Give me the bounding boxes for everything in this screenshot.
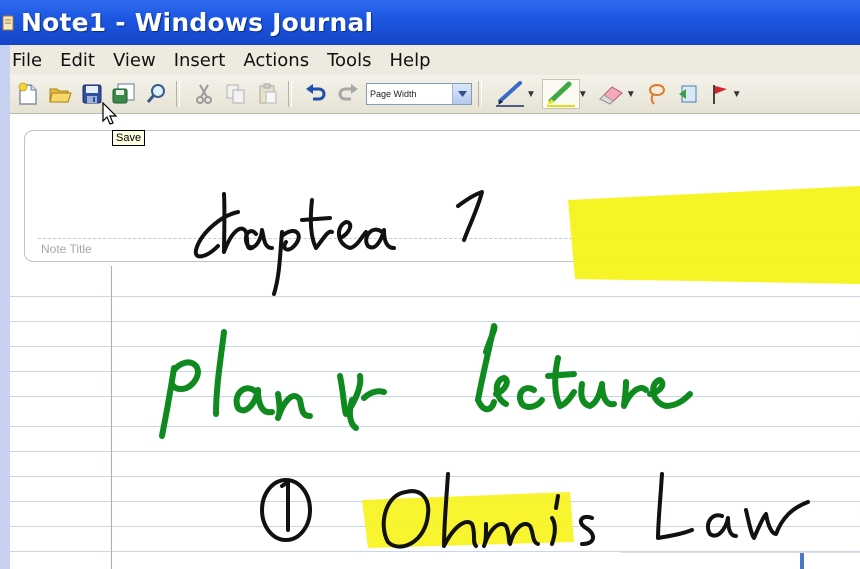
eraser-icon xyxy=(598,86,623,105)
lasso-icon xyxy=(648,84,665,105)
new-note-button[interactable] xyxy=(14,80,42,108)
chevron-down-icon[interactable] xyxy=(452,84,471,104)
toolbar: Page Width ▼ ▼ ▼ ▼ xyxy=(10,75,860,114)
journal-app-icon xyxy=(2,15,14,30)
paste-button[interactable] xyxy=(254,80,282,108)
menu-file[interactable]: File xyxy=(12,50,42,71)
undo-icon xyxy=(306,84,326,101)
eraser-dropdown-arrow[interactable]: ▼ xyxy=(626,89,636,100)
highlighter-button[interactable] xyxy=(541,79,580,109)
eraser-button[interactable] xyxy=(594,80,628,108)
flag-button[interactable] xyxy=(706,80,734,108)
menu-actions[interactable]: Actions xyxy=(243,50,309,71)
flag-dropdown-arrow[interactable]: ▼ xyxy=(732,89,742,100)
cut-button[interactable] xyxy=(190,80,218,108)
menu-insert[interactable]: Insert xyxy=(174,50,226,71)
handwritten-ink xyxy=(159,186,860,549)
insert-space-button[interactable] xyxy=(674,80,702,108)
cut-icon xyxy=(196,84,212,104)
copy-icon xyxy=(226,84,245,104)
pen-icon xyxy=(496,81,524,107)
menu-edit[interactable]: Edit xyxy=(60,50,95,71)
menu-view[interactable]: View xyxy=(113,50,156,71)
menu-tools[interactable]: Tools xyxy=(327,50,371,71)
lasso-button[interactable] xyxy=(642,80,670,108)
menu-help[interactable]: Help xyxy=(389,50,430,71)
find-icon xyxy=(146,84,165,103)
insert-space-icon xyxy=(678,85,697,103)
save-icon xyxy=(82,84,102,104)
highlighter-dropdown-arrow[interactable]: ▼ xyxy=(578,89,588,100)
redo-icon xyxy=(338,84,358,101)
yellow-highlight-title xyxy=(568,186,860,284)
window-title: Note1 - Windows Journal xyxy=(21,8,374,37)
new-note-icon xyxy=(18,82,37,105)
zoom-select[interactable]: Page Width xyxy=(366,83,472,105)
ink-chapter-1 xyxy=(193,190,484,296)
undo-button[interactable] xyxy=(302,80,330,108)
toolbar-separator xyxy=(176,81,180,107)
toolbar-separator xyxy=(478,81,482,107)
zoom-value: Page Width xyxy=(370,89,417,99)
pen-button[interactable] xyxy=(492,80,528,108)
flag-icon xyxy=(712,85,727,104)
menu-bar: File Edit View Insert Actions Tools Help xyxy=(10,45,860,75)
open-button[interactable] xyxy=(46,80,74,108)
save-tooltip: Save xyxy=(112,130,146,146)
redo-button[interactable] xyxy=(334,80,362,108)
note-page[interactable]: Note Title xyxy=(10,114,860,569)
pen-dropdown-arrow[interactable]: ▼ xyxy=(526,89,536,100)
ink-plan-of-lecture xyxy=(159,323,693,439)
paste-icon xyxy=(259,83,277,104)
inset-panel xyxy=(620,552,860,569)
toolbar-separator xyxy=(288,81,292,107)
inset-panel-edge xyxy=(800,553,804,569)
open-icon xyxy=(49,88,72,103)
find-button[interactable] xyxy=(142,80,170,108)
copy-button[interactable] xyxy=(222,80,250,108)
highlighter-icon xyxy=(546,81,575,107)
title-bar: Note1 - Windows Journal xyxy=(0,0,860,45)
mouse-cursor-icon xyxy=(102,102,118,125)
